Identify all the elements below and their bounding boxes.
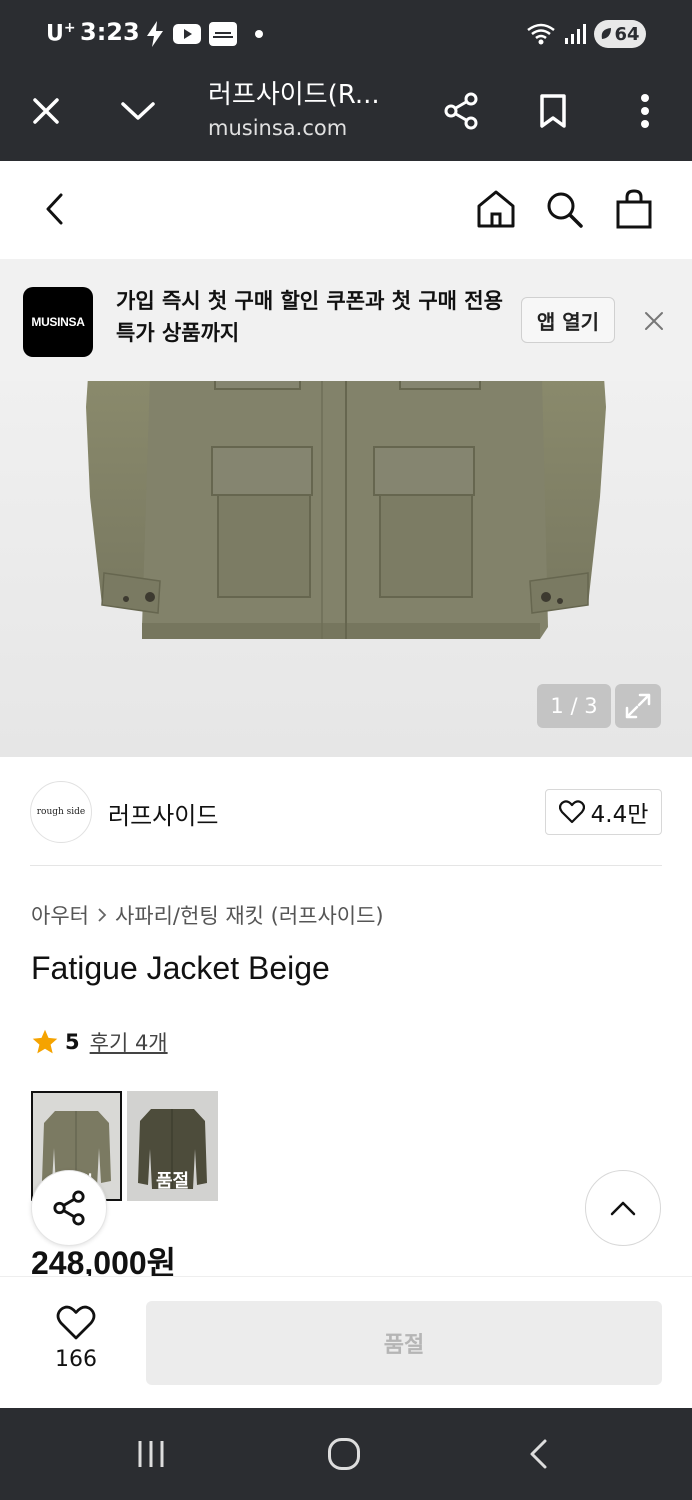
product-title: Fatigue Jacket Beige	[31, 950, 330, 986]
home-nav-button[interactable]	[319, 1432, 369, 1476]
search-button[interactable]	[540, 185, 588, 233]
back-nav-button[interactable]	[513, 1432, 563, 1476]
purchase-bar: 166 품절	[0, 1276, 692, 1408]
sold-out-tag: 품절	[155, 1171, 190, 1192]
site-header	[0, 161, 692, 259]
image-counter: 1 / 3	[537, 684, 611, 728]
home-circle-icon	[328, 1438, 360, 1470]
page-title: 러프사이드(R...	[208, 80, 380, 110]
rating-score: 5	[65, 1030, 80, 1054]
browser-toolbar: 러프사이드(R... musinsa.com	[0, 66, 692, 161]
brand-row: rough side 러프사이드 4.4만	[30, 780, 662, 866]
battery-indicator: 64	[594, 20, 646, 48]
cart-button[interactable]	[610, 185, 658, 233]
brand-logo[interactable]: rough side	[30, 781, 92, 843]
breadcrumb-item[interactable]: 사파리/헌팅 재킷 (러프사이드)	[115, 900, 384, 930]
bookmark-button[interactable]	[528, 86, 578, 136]
chevron-right-icon	[98, 908, 107, 922]
share-floating-button[interactable]	[31, 1170, 107, 1246]
product-image-gallery[interactable]: MUSINSA 가입 즉시 첫 구매 할인 쿠폰과 첫 구매 전용 특가 상품까…	[0, 259, 692, 757]
shopping-bag-icon	[616, 189, 652, 229]
expand-image-button[interactable]	[615, 684, 661, 728]
close-banner-icon[interactable]	[640, 307, 668, 335]
product-image	[86, 377, 606, 639]
chevron-left-icon	[530, 1439, 547, 1469]
status-bar: U+ 3:23 64	[0, 0, 692, 66]
battery-leaf-icon	[602, 28, 612, 39]
musinsa-logo: MUSINSA	[23, 287, 93, 357]
share-icon	[53, 1190, 85, 1226]
more-vertical-icon	[641, 94, 649, 128]
wishlist-count: 166	[55, 1347, 97, 1372]
brand-like-count: 4.4만	[590, 802, 649, 828]
rating-row: 5 후기 4개	[31, 1027, 168, 1057]
expand-icon	[625, 693, 651, 719]
search-icon	[547, 192, 583, 228]
carrier-label: U+	[46, 20, 76, 47]
youtube-icon	[173, 24, 201, 44]
recent-apps-icon	[138, 1441, 164, 1467]
page-url[interactable]: musinsa.com	[208, 116, 347, 140]
breadcrumb-item[interactable]: 아우터	[31, 900, 89, 930]
back-button[interactable]	[30, 185, 78, 233]
chevron-down-icon	[121, 102, 155, 120]
signal-icon	[565, 24, 586, 44]
sold-out-button[interactable]: 품절	[146, 1301, 662, 1385]
home-button[interactable]	[472, 185, 520, 233]
brand-name[interactable]: 러프사이드	[108, 796, 218, 831]
clock: 3:23	[80, 18, 140, 46]
system-navigation-bar	[0, 1408, 692, 1500]
brand-like-button[interactable]: 4.4만	[545, 789, 662, 835]
minimize-button[interactable]	[113, 86, 163, 136]
star-icon	[32, 1029, 58, 1054]
share-button[interactable]	[436, 86, 486, 136]
close-icon	[33, 98, 59, 124]
recent-apps-button[interactable]	[126, 1432, 176, 1476]
heart-icon	[56, 1305, 96, 1340]
promo-message: 가입 즉시 첫 구매 할인 쿠폰과 첫 구매 전용 특가 상품까지	[116, 289, 503, 345]
bookmark-icon	[540, 94, 566, 128]
app-icon	[209, 22, 237, 46]
app-promo-banner: MUSINSA 가입 즉시 첫 구매 할인 쿠폰과 첫 구매 전용 특가 상품까…	[0, 259, 692, 381]
chevron-left-icon	[46, 193, 63, 225]
charging-icon	[147, 21, 163, 47]
share-icon	[444, 92, 478, 130]
more-menu-button[interactable]	[620, 86, 670, 136]
reviews-link[interactable]: 후기 4개	[90, 1027, 168, 1057]
color-option-thumb[interactable]: 품절	[127, 1091, 218, 1201]
chevron-up-icon	[610, 1201, 636, 1216]
wishlist-button[interactable]: 166	[42, 1305, 110, 1372]
heart-icon	[558, 800, 585, 824]
notification-dot	[255, 30, 263, 38]
breadcrumb: 아우터 사파리/헌팅 재킷 (러프사이드)	[31, 900, 384, 930]
scroll-to-top-button[interactable]	[585, 1170, 661, 1246]
wifi-icon	[527, 23, 555, 45]
open-app-button[interactable]: 앱 열기	[521, 297, 615, 343]
home-icon	[477, 190, 515, 228]
close-tab-button[interactable]	[21, 86, 71, 136]
